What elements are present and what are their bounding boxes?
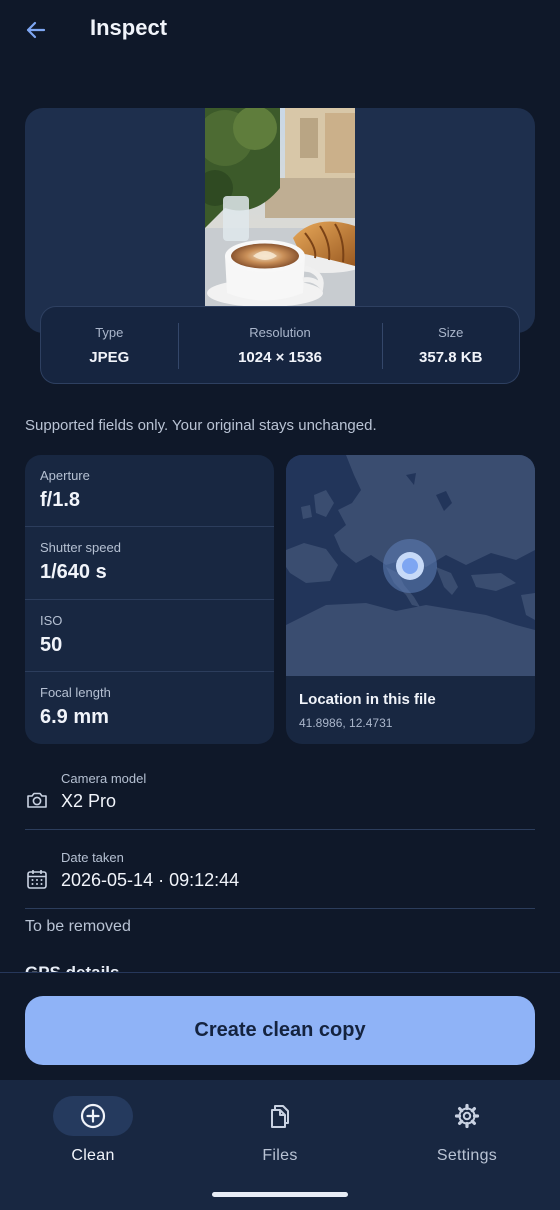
exif-value: 6.9 mm: [40, 705, 109, 728]
info-label: Size: [438, 324, 464, 340]
map-title: Location in this file: [299, 691, 436, 708]
resolution-info: Resolution 1024 × 1536: [177, 307, 383, 383]
nav-item-settings[interactable]: Settings: [397, 1096, 537, 1166]
nav-icon-pill: [240, 1096, 320, 1136]
detail-label: Camera model: [61, 771, 147, 786]
info-value: 1024 × 1536: [238, 348, 322, 366]
exif-row-iso: ISO 50: [25, 600, 274, 672]
info-label: Type: [95, 324, 124, 340]
file-type-info: Type JPEG: [41, 307, 178, 383]
exif-label: Aperture: [40, 468, 90, 483]
gear-icon: [454, 1103, 480, 1129]
home-indicator[interactable]: [212, 1192, 348, 1197]
divider: [25, 908, 535, 909]
to-be-removed-label: To be removed: [25, 918, 131, 935]
exif-row-shutter: Shutter speed 1/640 s: [25, 527, 274, 600]
page-title: Inspect: [90, 15, 168, 40]
detail-value: 2026-05-14 · 09:12:44: [61, 870, 240, 890]
bottom-navigation: Clean Files Settings: [0, 1080, 560, 1210]
calendar-icon: [27, 870, 47, 889]
date-taken-row: Date taken 2026-05-14 · 09:12:44: [25, 845, 535, 923]
location-map-card[interactable]: Location in this file 41.8986, 12.4731: [286, 455, 535, 744]
detail-label: Date taken: [61, 850, 124, 865]
exif-label: Focal length: [40, 684, 111, 700]
nav-label: Settings: [436, 1147, 498, 1164]
exif-card: Aperture f/1.8 Shutter speed 1/640 s ISO…: [25, 455, 274, 744]
exif-value: 1/640 s: [40, 561, 107, 584]
file-size-info: Size 357.8 KB: [382, 307, 519, 383]
nav-label: Files: [262, 1147, 298, 1164]
nav-item-clean[interactable]: Clean: [23, 1096, 163, 1166]
camera-model-row: Camera model X2 Pro: [25, 766, 535, 844]
location-map[interactable]: [286, 455, 535, 676]
divider: [25, 829, 535, 830]
info-note: Supported fields only. Your original sta…: [25, 417, 377, 434]
exif-row-focal-length: Focal length 6.9 mm: [25, 672, 274, 744]
file-info-strip: Type JPEG Resolution 1024 × 1536 Size 35…: [40, 306, 520, 384]
arrow-left-icon: [26, 21, 46, 39]
info-value: JPEG: [89, 348, 130, 366]
nav-label: Clean: [71, 1147, 115, 1164]
scroll-edge: [0, 972, 560, 973]
camera-icon: [27, 792, 47, 808]
image-preview-card: [25, 108, 535, 333]
files-icon: [271, 1105, 289, 1128]
info-value: 357.8 KB: [419, 348, 483, 366]
nav-icon-pill: [53, 1096, 133, 1136]
photo-preview: [205, 108, 355, 306]
exif-value: 50: [40, 633, 63, 656]
app-header: Inspect: [0, 0, 560, 60]
detail-value: X2 Pro: [61, 791, 117, 811]
exif-label: Shutter speed: [40, 540, 121, 556]
add-circle-icon: [80, 1103, 106, 1129]
nav-icon-pill: [427, 1096, 507, 1136]
info-label: Resolution: [249, 324, 311, 340]
back-button[interactable]: [18, 12, 54, 48]
exif-row-aperture: Aperture f/1.8: [25, 455, 274, 528]
exif-value: f/1.8: [40, 489, 81, 511]
create-clean-copy-button[interactable]: Create clean copy: [25, 996, 535, 1065]
map-coordinates: 41.8986, 12.4731: [299, 716, 393, 730]
exif-label: ISO: [40, 612, 63, 628]
nav-item-files[interactable]: Files: [210, 1096, 350, 1166]
